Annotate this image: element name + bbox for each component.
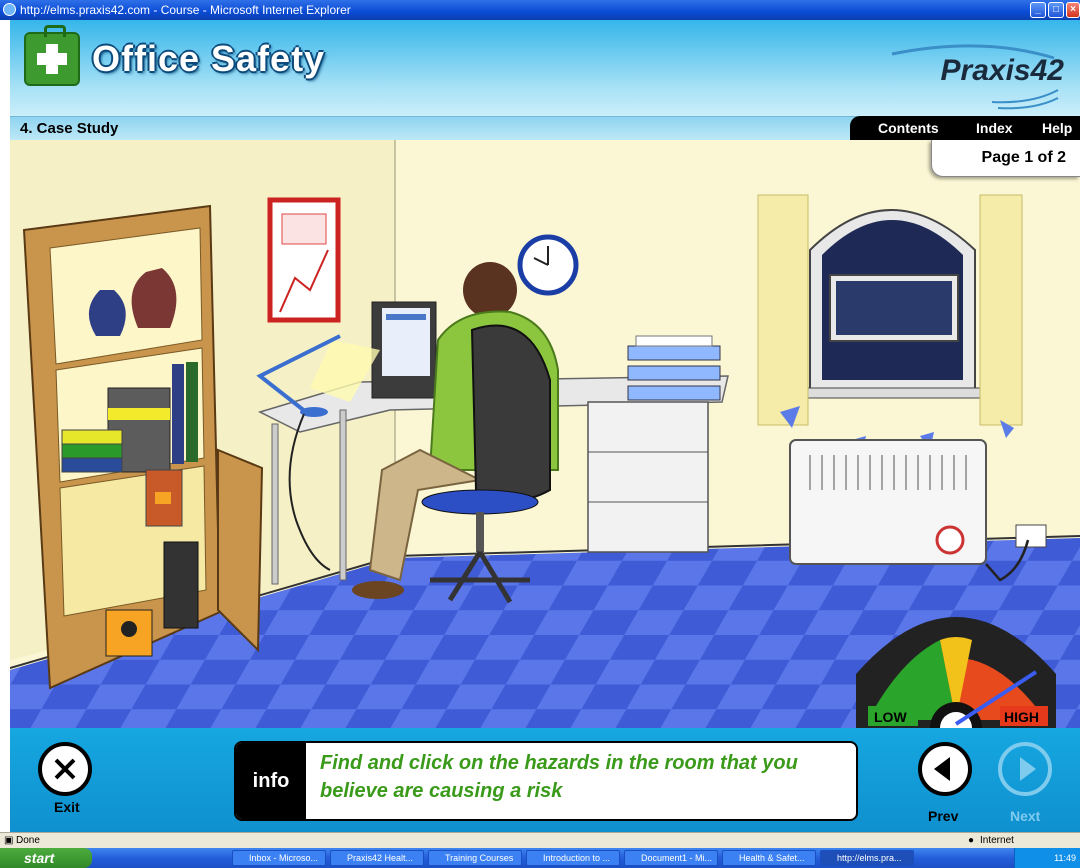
taskbar-item-active[interactable]: http://elms.pra... [820,850,914,866]
section-title: 4. Case Study [20,120,119,137]
info-message: Find and click on the hazards in the roo… [320,752,798,802]
left-curtain [757,194,809,426]
right-curtain [979,194,1023,426]
course-app: Office Safety Praxis42 4. Case Study Con… [10,20,1080,832]
browser-titlebar: http://elms.praxis42.com - Course - Micr… [0,0,1080,20]
globe-icon: ● [968,835,975,846]
prev-label: Prev [928,808,959,824]
system-tray: 11:49 [1014,848,1080,868]
arrow-right-icon [1020,757,1036,781]
gauge-high-label: HIGH [1004,709,1039,725]
office-scene: LOW HIGH [10,140,1080,728]
start-label: start [24,850,55,866]
taskbar-item[interactable]: Document1 - Mi... [624,850,718,866]
zone-text: Internet [980,835,1014,846]
minimize-button[interactable]: _ [1030,2,1046,18]
start-button[interactable]: start [0,848,92,868]
desk-drawers [587,401,709,553]
maximize-button[interactable]: □ [1048,2,1064,18]
prev-button[interactable] [918,742,972,796]
page-indicator: Page 1 of 2 [931,140,1080,177]
info-panel: info Find and click on the hazards in th… [234,741,858,821]
status-text: Done [16,835,40,846]
exit-label: Exit [54,799,80,815]
next-label: Next [1010,808,1041,824]
next-button[interactable] [998,742,1052,796]
close-icon [54,758,76,780]
browser-title: http://elms.praxis42.com - Course - Micr… [20,3,351,17]
course-title: Office Safety [92,38,326,79]
paper-trays [627,335,721,401]
course-header: Office Safety Praxis42 [10,20,1080,116]
taskbar-item[interactable]: Health & Safet... [722,850,816,866]
clock: 11:49 [1054,853,1076,863]
taskbar-item[interactable]: Training Courses [428,850,522,866]
close-window-button[interactable]: × [1066,2,1080,18]
internet-explorer-icon [3,3,16,16]
nav-contents[interactable]: Contents [878,120,939,136]
taskbar-item[interactable]: Introduction to ... [526,850,620,866]
wall-socket [1015,524,1047,548]
window [804,209,981,399]
top-navigation: Contents Index Help [850,116,1080,140]
gauge-low-label: LOW [874,709,907,725]
windows-taskbar: start Inbox - Microso... Praxis42 Healt.… [0,848,1080,868]
taskbar-item[interactable]: Inbox - Microso... [232,850,326,866]
browser-statusbar: ▣ Done ● Internet [0,832,1080,849]
page-done-icon: ▣ [4,835,14,846]
arrow-left-icon [934,757,950,781]
footer-bar: Exit info Find and click on the hazards … [10,728,1080,832]
brand-logo: Praxis42 [940,54,1064,87]
taskbar-item[interactable]: Praxis42 Healt... [330,850,424,866]
page-number-text: Page 1 of 2 [981,149,1066,166]
nav-index[interactable]: Index [976,120,1013,136]
radiator-valve [935,525,965,555]
info-tag: info [236,743,306,819]
first-aid-kit-icon [24,25,80,86]
nav-help[interactable]: Help [1042,120,1072,136]
exit-button[interactable] [38,742,92,796]
